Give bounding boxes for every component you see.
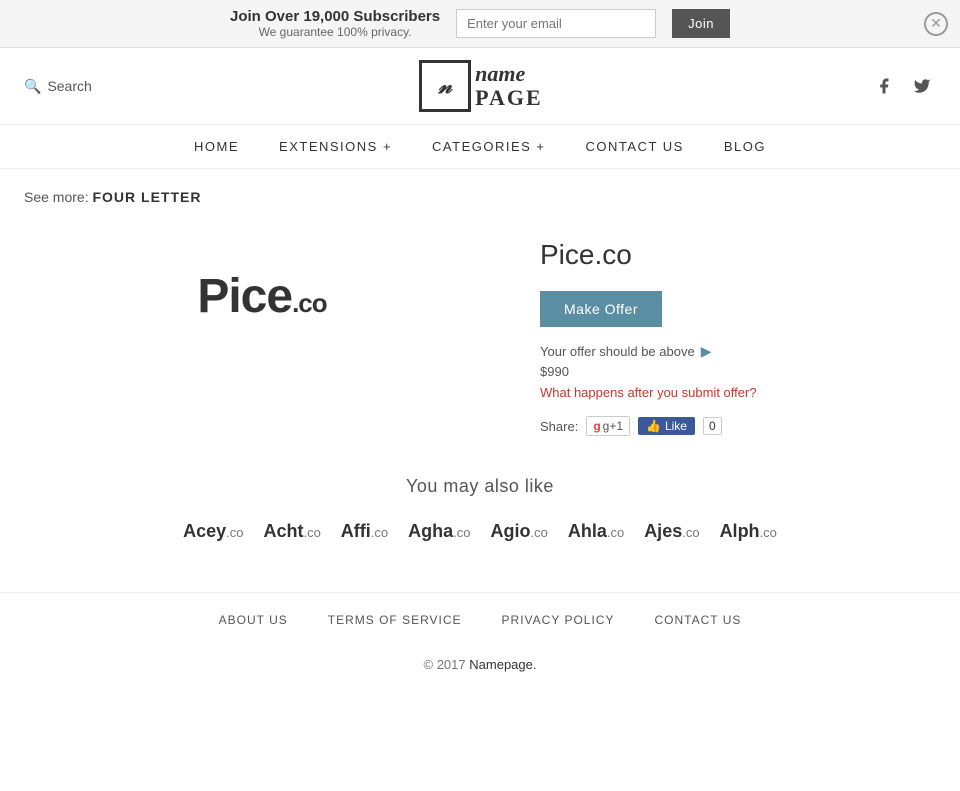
nav-contact[interactable]: CONTACT US	[586, 139, 684, 154]
also-like-section: You may also like Acey.co Acht.co Affi.c…	[24, 476, 936, 542]
social-icons	[870, 72, 936, 100]
header: 🔍 Search 𝓃 name PAGE	[0, 48, 960, 125]
logo[interactable]: 𝓃 name PAGE	[419, 60, 542, 112]
logo-letter: 𝓃	[438, 73, 452, 99]
domain-logo-display: Pice.co	[197, 269, 326, 324]
footer-about[interactable]: ABOUT US	[219, 613, 288, 627]
list-item[interactable]: Alph.co	[720, 521, 777, 542]
share-label: Share:	[540, 419, 578, 434]
offer-note: Your offer should be above ▶	[540, 343, 936, 360]
footer-terms[interactable]: TERMS OF SERVICE	[328, 613, 462, 627]
close-banner-button[interactable]: ✕	[924, 12, 948, 36]
share-row: Share: g g+1 👍 Like 0	[540, 416, 936, 436]
nav-home[interactable]: HOME	[194, 139, 239, 154]
google-plus-button[interactable]: g g+1	[586, 416, 630, 436]
footer-copyright: © 2017 Namepage.	[0, 647, 960, 692]
banner-main-text: Join Over 19,000 Subscribers	[230, 8, 440, 25]
gplus-label: g+1	[603, 419, 623, 433]
list-item[interactable]: Ajes.co	[644, 521, 699, 542]
footer-privacy[interactable]: PRIVACY POLICY	[502, 613, 615, 627]
search-label: Search	[47, 78, 91, 94]
see-more-label: See more:	[24, 189, 89, 205]
footer-links: ABOUT US TERMS OF SERVICE PRIVACY POLICY…	[0, 592, 960, 647]
offer-arrow-icon: ▶	[701, 343, 712, 360]
logo-name: name	[475, 62, 542, 86]
offer-price: $990	[540, 364, 936, 379]
list-item[interactable]: Affi.co	[341, 521, 388, 542]
fb-like-count: 0	[703, 417, 722, 435]
main-nav: HOME EXTENSIONS + CATEGORIES + CONTACT U…	[0, 125, 960, 169]
main-content: See more: FOUR LETTER Pice.co Pice.co Ma…	[0, 169, 960, 592]
list-item[interactable]: Acey.co	[183, 521, 243, 542]
facebook-icon[interactable]	[870, 72, 898, 100]
fb-like-label: Like	[665, 419, 687, 433]
domain-info: Pice.co Make Offer Your offer should be …	[540, 229, 936, 436]
top-banner: Join Over 19,000 Subscribers We guarante…	[0, 0, 960, 48]
list-item[interactable]: Acht.co	[263, 521, 320, 542]
list-item[interactable]: Agio.co	[490, 521, 547, 542]
make-offer-button[interactable]: Make Offer	[540, 291, 662, 327]
nav-categories[interactable]: CATEGORIES +	[432, 139, 545, 154]
nav-extensions[interactable]: EXTENSIONS +	[279, 139, 392, 154]
join-button[interactable]: Join	[672, 9, 730, 38]
logo-box: 𝓃	[419, 60, 471, 112]
domain-title: Pice.co	[540, 239, 936, 271]
domain-list: Acey.co Acht.co Affi.co Agha.co Agio.co …	[24, 521, 936, 542]
email-input[interactable]	[456, 9, 656, 38]
footer-contact[interactable]: CONTACT US	[654, 613, 741, 627]
gplus-icon: g	[593, 419, 600, 433]
what-happens-link[interactable]: What happens after you submit offer?	[540, 385, 936, 400]
breadcrumb-link[interactable]: FOUR LETTER	[92, 189, 201, 205]
nav-blog[interactable]: BLOG	[724, 139, 766, 154]
domain-section: Pice.co Pice.co Make Offer Your offer sh…	[24, 229, 936, 436]
list-item[interactable]: Agha.co	[408, 521, 470, 542]
logo-page: PAGE	[475, 86, 542, 110]
twitter-icon[interactable]	[908, 72, 936, 100]
also-like-title: You may also like	[24, 476, 936, 497]
list-item[interactable]: Ahla.co	[568, 521, 624, 542]
domain-logo-area: Pice.co	[24, 229, 500, 364]
banner-sub-text: We guarantee 100% privacy.	[230, 25, 440, 39]
search-icon: 🔍	[24, 78, 41, 95]
breadcrumb: See more: FOUR LETTER	[24, 189, 936, 205]
offer-note-text: Your offer should be above	[540, 344, 695, 359]
copyright-year: © 2017	[424, 657, 466, 672]
search-area[interactable]: 🔍 Search	[24, 78, 92, 95]
banner-text: Join Over 19,000 Subscribers We guarante…	[230, 8, 440, 39]
facebook-like-button[interactable]: 👍 Like	[638, 417, 695, 435]
footer-brand-link[interactable]: Namepage.	[469, 657, 536, 672]
fb-thumb-icon: 👍	[646, 419, 661, 433]
